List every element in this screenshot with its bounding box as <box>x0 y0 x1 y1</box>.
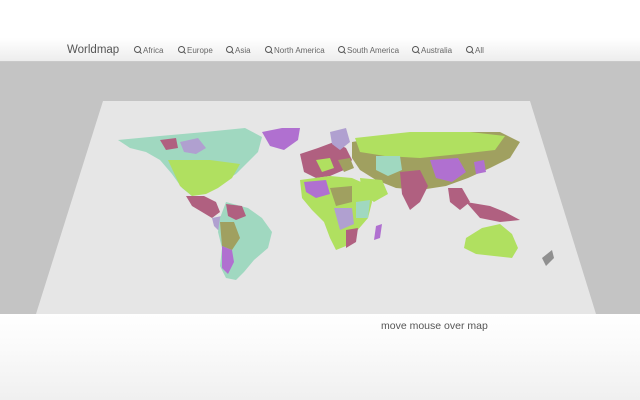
nav-africa-label: Africa <box>143 46 164 55</box>
zoom-in-icon <box>412 46 419 53</box>
nav-north-america-label: North America <box>274 46 325 55</box>
nav-australia-label: Australia <box>421 46 453 55</box>
nav-asia-label: Asia <box>235 46 251 55</box>
nav-europe[interactable]: Europe <box>178 46 213 56</box>
zoom-in-icon <box>226 46 233 53</box>
nav-south-america[interactable]: South America <box>338 46 399 56</box>
map-viewport[interactable] <box>0 62 640 314</box>
nav-asia[interactable]: Asia <box>226 46 251 56</box>
navbar: Worldmap Africa Europe Asia North Americ… <box>0 0 640 62</box>
nav-europe-label: Europe <box>187 46 213 55</box>
nav-africa[interactable]: Africa <box>134 46 163 56</box>
nav-north-america[interactable]: North America <box>265 46 325 56</box>
nav-australia[interactable]: Australia <box>412 46 452 56</box>
zoom-in-icon <box>338 46 345 53</box>
hover-status-text: move mouse over map <box>381 320 488 332</box>
zoom-in-icon <box>466 46 473 53</box>
zoom-in-icon <box>265 46 272 53</box>
nav-all[interactable]: All <box>466 46 484 56</box>
zoom-in-icon <box>178 46 185 53</box>
world-map[interactable] <box>0 62 640 314</box>
nav-all-label: All <box>475 46 484 55</box>
brand-link[interactable]: Worldmap <box>67 44 119 56</box>
zoom-in-icon <box>134 46 141 53</box>
footer <box>0 314 640 400</box>
nav-south-america-label: South America <box>347 46 400 55</box>
